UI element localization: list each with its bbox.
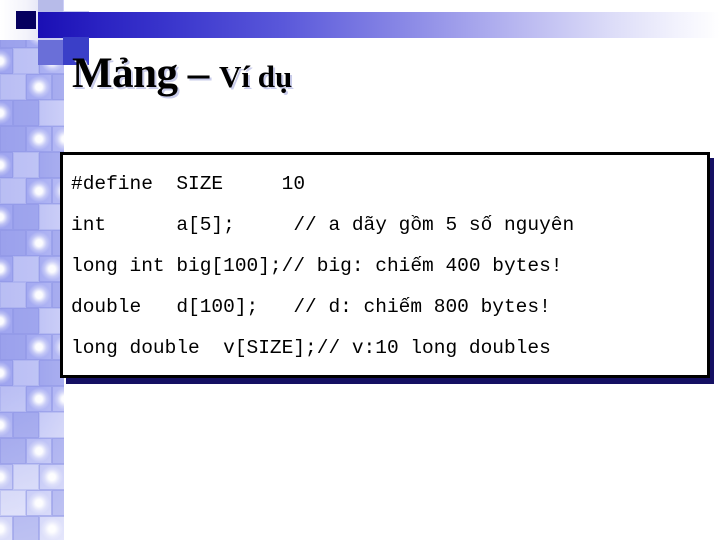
decorative-tile [13, 412, 39, 438]
decorative-tile [0, 126, 26, 152]
decorative-tile [39, 464, 64, 490]
decorative-tile [26, 126, 52, 152]
decorative-tile [26, 282, 52, 308]
decorative-tile [13, 256, 39, 282]
decorative-tile [26, 386, 52, 412]
decorative-tile [0, 360, 13, 386]
decorative-tile [0, 48, 13, 74]
decorative-tile [52, 490, 64, 516]
decorative-tile [0, 178, 26, 204]
decorative-tile [52, 438, 64, 464]
decorative-tile [13, 204, 39, 230]
decorative-tile [0, 100, 13, 126]
decorative-tile [26, 230, 52, 256]
code-line: long double v[SIZE];// v:10 long doubles [71, 337, 551, 359]
code-line: long int big[100];// big: chiếm 400 byte… [71, 255, 563, 277]
top-gradient-bar [38, 12, 720, 38]
code-line-list: #define SIZE 10 int a[5]; // a dãy gồm 5 … [71, 164, 705, 369]
decorative-left-band [0, 0, 64, 540]
decorative-tile [13, 464, 39, 490]
slide-canvas: Mảng – Ví dụ #define SIZE 10 int a[5]; //… [0, 0, 720, 540]
code-line: #define SIZE 10 [71, 173, 306, 195]
decorative-tile [0, 438, 26, 464]
decorative-tile [13, 152, 39, 178]
decorative-tile [0, 204, 13, 230]
decorative-tile [0, 74, 26, 100]
decorative-tile [0, 516, 13, 540]
decorative-tile [13, 100, 39, 126]
page-title: Mảng – Ví dụ [72, 52, 292, 95]
decorative-tile [26, 438, 52, 464]
decorative-tile [52, 386, 64, 412]
decorative-tile [0, 230, 26, 256]
decorative-tile [0, 386, 26, 412]
decorative-tile [52, 126, 64, 152]
decorative-tile [0, 256, 13, 282]
decorative-tile [26, 178, 52, 204]
decorative-tile [0, 308, 13, 334]
code-line: double d[100]; // d: chiếm 800 bytes! [71, 296, 551, 318]
corner-midblue-block [38, 40, 63, 65]
decorative-tile [0, 490, 26, 516]
decorative-tile [26, 490, 52, 516]
page-title-main: Mảng – [72, 50, 219, 97]
decorative-tile [0, 412, 13, 438]
decorative-tile [13, 516, 39, 540]
corner-navy-square [16, 11, 36, 29]
decorative-tile [26, 334, 52, 360]
code-line: int a[5]; // a dãy gồm 5 số nguyên [71, 214, 575, 236]
decorative-tile [39, 412, 64, 438]
decorative-tile [13, 360, 39, 386]
decorative-tile [13, 48, 39, 74]
page-title-sub: Ví dụ [219, 59, 293, 94]
decorative-tile [0, 282, 26, 308]
decorative-tile [0, 464, 13, 490]
decorative-tile [52, 74, 64, 100]
decorative-tile [0, 152, 13, 178]
decorative-tile [39, 100, 64, 126]
code-box: #define SIZE 10 int a[5]; // a dãy gồm 5 … [60, 152, 710, 378]
decorative-tile [0, 334, 26, 360]
decorative-tile [26, 74, 52, 100]
decorative-tile [13, 308, 39, 334]
decorative-tile [39, 516, 64, 540]
